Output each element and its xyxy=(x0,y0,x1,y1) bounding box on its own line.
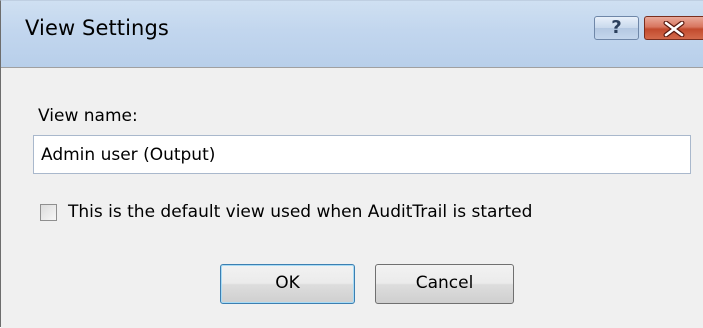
cancel-button[interactable]: Cancel xyxy=(375,264,514,304)
view-name-label: View name: xyxy=(38,106,138,126)
view-settings-dialog: View Settings ? View name: This is the d… xyxy=(0,0,703,328)
title-bar[interactable]: View Settings ? xyxy=(1,1,703,67)
view-name-input[interactable] xyxy=(33,135,691,174)
default-view-checkbox[interactable] xyxy=(40,204,57,221)
dialog-body: View name: This is the default view used… xyxy=(1,67,703,328)
close-button[interactable] xyxy=(644,16,703,40)
question-mark-icon: ? xyxy=(611,17,622,38)
close-x-icon xyxy=(663,21,685,37)
help-button[interactable]: ? xyxy=(594,16,639,40)
window-title: View Settings xyxy=(25,16,169,40)
default-view-checkbox-label[interactable]: This is the default view used when Audit… xyxy=(68,202,532,222)
ok-button[interactable]: OK xyxy=(220,264,355,304)
